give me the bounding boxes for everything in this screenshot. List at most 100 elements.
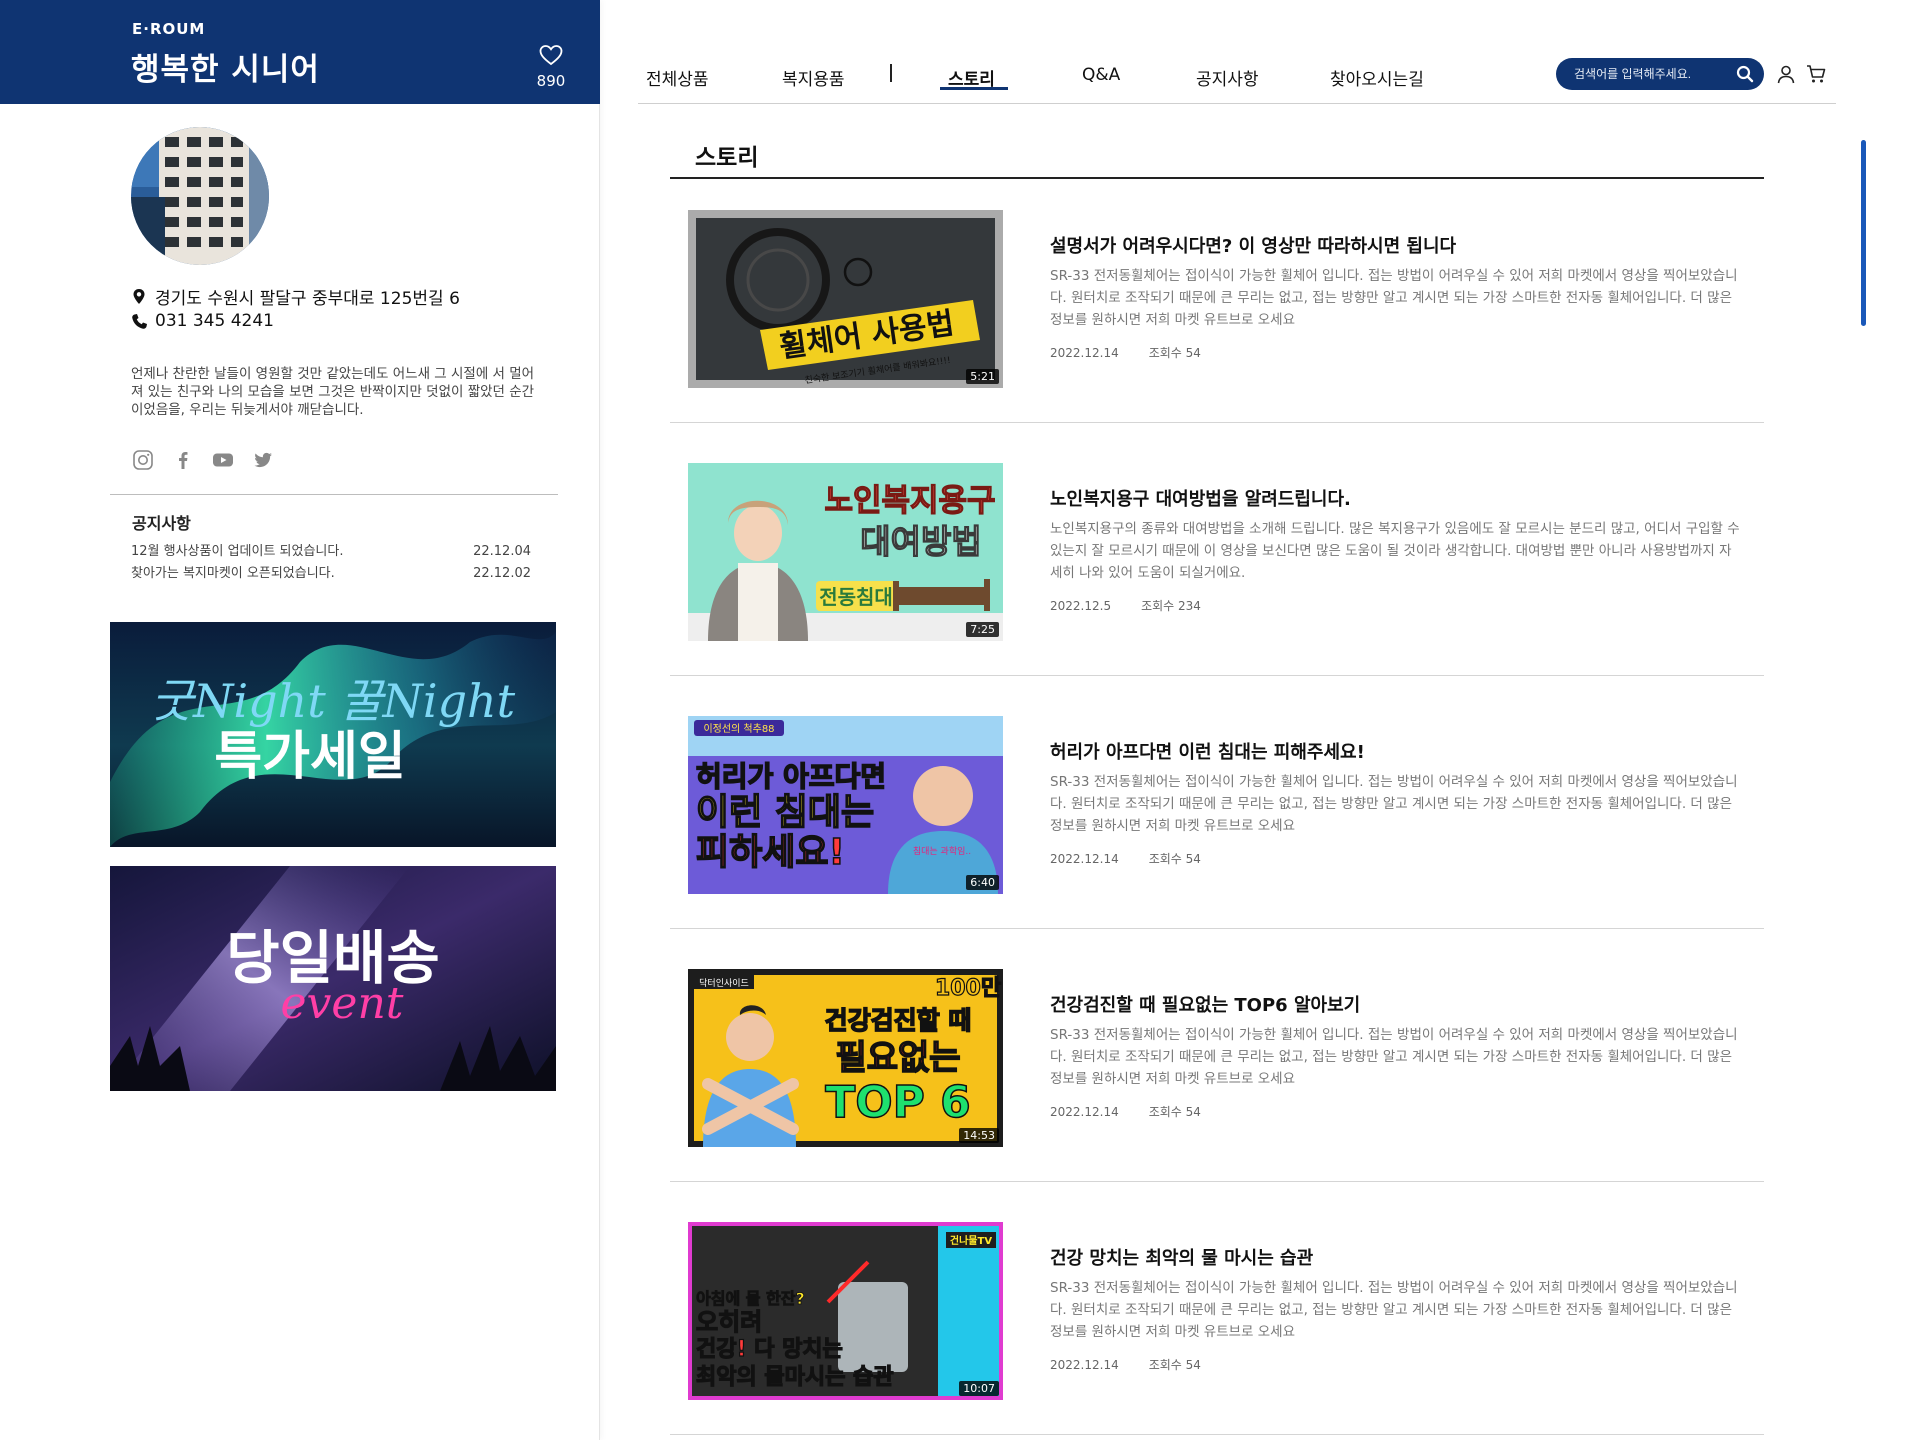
story-title[interactable]: 허리가 아프다면 이런 침대는 피해주세요!	[1050, 738, 1365, 764]
delivery-banner[interactable]: 당일배송 event	[110, 866, 556, 1091]
story-meta: 2022.12.14 조회수 54	[1050, 344, 1201, 361]
address-text: 경기도 수원시 팔달구 중부대로 125번길 6	[155, 289, 460, 309]
instagram-icon[interactable]	[132, 449, 154, 471]
store-avatar	[131, 127, 269, 265]
user-icon[interactable]	[1776, 64, 1796, 84]
cart-icon[interactable]	[1806, 64, 1826, 84]
twitter-icon[interactable]	[252, 449, 274, 471]
nav-divider	[638, 103, 1836, 104]
phone-icon	[132, 313, 147, 329]
story-date: 2022.12.5	[1050, 599, 1112, 613]
search-icon[interactable]	[1736, 65, 1754, 83]
banner-subtitle: 특가세일	[214, 727, 405, 787]
social-links	[132, 449, 274, 471]
search-input[interactable]	[1574, 65, 1734, 83]
notice-item-text: 찾아가는 복지마켓이 오픈되었습니다.	[131, 566, 335, 581]
thumb-caption: 전동침대	[819, 585, 893, 609]
story-date: 2022.12.14	[1050, 852, 1119, 866]
thumb-caption: 100만	[935, 976, 1001, 1001]
section-title: 스토리	[695, 145, 759, 171]
nav-item-directions[interactable]: 찾아오시는길	[1330, 65, 1424, 90]
story-item[interactable]: 닥터인사이드 100만 건강검진할 때 필요없는 TOP 6 14:53 건강검…	[670, 969, 1764, 1223]
sidebar-divider	[110, 494, 558, 495]
search-box	[1556, 58, 1764, 90]
story-divider	[670, 928, 1764, 929]
video-duration: 5:21	[966, 369, 999, 384]
phone-text: 031 345 4241	[155, 311, 274, 331]
thumb-caption: 이정선의 척추88	[703, 723, 774, 735]
section-divider	[670, 177, 1764, 179]
heart-icon	[536, 44, 566, 70]
story-item[interactable]: 노인복지용구 대여방법 전동침대 7:25 노인복지용구 대여방법을 알려드립니…	[670, 463, 1764, 717]
facebook-icon[interactable]	[172, 449, 194, 471]
notice-list: 12월 행사상품이 업데이트 되었습니다. 22.12.04 찾아가는 복지마켓…	[131, 541, 531, 585]
thumb-text: TOP 6	[825, 1077, 971, 1128]
store-intro: 언제나 찬란한 날들이 영원할 것만 같았는데도 어느새 그 시절에 서 멀어져…	[131, 366, 535, 418]
story-divider	[670, 1434, 1764, 1435]
story-item[interactable]: 이정선의 척추88 허리가 아프다면 이런 침대는 피하세요! 침대는 과학임.…	[670, 716, 1764, 970]
thumb-text: 노인복지용구	[824, 483, 995, 519]
thumb-text: 오히려	[696, 1308, 762, 1336]
like-button[interactable]: 890	[536, 44, 566, 90]
thumb-text: 피하세요!	[696, 832, 845, 873]
notice-item-date: 22.12.04	[473, 544, 531, 559]
story-divider	[670, 422, 1764, 423]
story-item[interactable]: 건나물TV 아침에 물 한잔? 오히려 건강! 다 망치는 최악의 물마시는 습…	[670, 1222, 1764, 1440]
brand-header: E·ROUM 행복한 시니어 890	[0, 0, 600, 104]
like-count: 890	[536, 72, 566, 90]
sale-banner[interactable]: 굿Night 꿀Night 특가세일	[110, 622, 556, 847]
story-date: 2022.12.14	[1050, 346, 1119, 360]
nav-item-qna[interactable]: Q&A	[1082, 65, 1120, 85]
story-title[interactable]: 건강검진할 때 필요없는 TOP6 알아보기	[1050, 991, 1360, 1017]
story-title[interactable]: 노인복지용구 대여방법을 알려드립니다.	[1050, 485, 1351, 511]
youtube-icon[interactable]	[212, 449, 234, 471]
story-meta: 2022.12.14 조회수 54	[1050, 1103, 1201, 1120]
story-thumbnail[interactable]: 닥터인사이드 100만 건강검진할 때 필요없는 TOP 6 14:53	[688, 969, 1003, 1147]
video-duration: 6:40	[966, 875, 999, 890]
story-item[interactable]: 휠체어 사용법 친숙한 보조기기 휠체어를 배워봐요!!!! 5:21 설명서가…	[670, 210, 1764, 464]
video-duration: 14:53	[959, 1128, 999, 1143]
banner-title: 굿Night 꿀Night	[151, 674, 516, 728]
video-duration: 10:07	[959, 1381, 999, 1396]
store-phone: 031 345 4241	[131, 311, 274, 331]
thumb-caption: 건나물TV	[950, 1234, 992, 1247]
nav-item-all-products[interactable]: 전체상품	[646, 65, 709, 90]
thumb-text: 최악의 물마시는 습관	[696, 1365, 893, 1390]
notice-item[interactable]: 12월 행사상품이 업데이트 되었습니다. 22.12.04	[131, 541, 531, 563]
story-views: 조회수 54	[1148, 852, 1201, 866]
story-divider	[670, 1181, 1764, 1182]
story-thumbnail[interactable]: 이정선의 척추88 허리가 아프다면 이런 침대는 피하세요! 침대는 과학임.…	[688, 716, 1003, 894]
story-thumbnail[interactable]: 건나물TV 아침에 물 한잔? 오히려 건강! 다 망치는 최악의 물마시는 습…	[688, 1222, 1003, 1400]
nav-separator	[890, 64, 892, 82]
location-pin-icon	[133, 289, 145, 304]
nav-item-welfare-goods[interactable]: 복지용품	[782, 65, 845, 90]
story-divider	[670, 675, 1764, 676]
thumb-text: 대여방법	[860, 522, 981, 561]
nav-item-notice[interactable]: 공지사항	[1196, 65, 1259, 90]
thumb-text: 필요없는	[835, 1038, 960, 1078]
thumb-text: 건강! 다 망치는	[696, 1337, 843, 1362]
scrollbar-thumb[interactable]	[1861, 140, 1866, 326]
left-sidebar: E·ROUM 행복한 시니어 890 경기도 수원시 팔달구 중부대로 125번…	[0, 0, 600, 1440]
story-title[interactable]: 설명서가 어려우시다면? 이 영상만 따라하시면 됩니다	[1050, 232, 1456, 258]
story-thumbnail[interactable]: 노인복지용구 대여방법 전동침대 7:25	[688, 463, 1003, 641]
story-views: 조회수 54	[1148, 1358, 1201, 1372]
notice-item[interactable]: 찾아가는 복지마켓이 오픈되었습니다. 22.12.02	[131, 563, 531, 585]
store-address: 경기도 수원시 팔달구 중부대로 125번길 6	[131, 284, 460, 309]
story-thumbnail[interactable]: 휠체어 사용법 친숙한 보조기기 휠체어를 배워봐요!!!! 5:21	[688, 210, 1003, 388]
story-views: 조회수 234	[1141, 599, 1201, 613]
story-description: SR-33 전저동휠체어는 접이식이 가능한 휠체어 입니다. 접는 방법이 어…	[1050, 774, 1738, 834]
thumb-text: 허리가 아프다면	[696, 760, 886, 793]
video-duration: 7:25	[966, 622, 999, 637]
thumb-text: 건강검진할 때	[825, 1006, 972, 1035]
brand-logo[interactable]: E·ROUM	[132, 20, 205, 38]
story-title[interactable]: 건강 망치는 최악의 물 마시는 습관	[1050, 1244, 1313, 1270]
thumb-caption: 침대는 과학임..	[913, 845, 971, 857]
notice-title: 공지사항	[132, 514, 191, 533]
story-meta: 2022.12.5 조회수 234	[1050, 597, 1201, 614]
story-date: 2022.12.14	[1050, 1358, 1119, 1372]
story-date: 2022.12.14	[1050, 1105, 1119, 1119]
notice-item-date: 22.12.02	[473, 566, 531, 581]
story-views: 조회수 54	[1148, 346, 1201, 360]
nav-active-indicator	[940, 87, 1008, 90]
